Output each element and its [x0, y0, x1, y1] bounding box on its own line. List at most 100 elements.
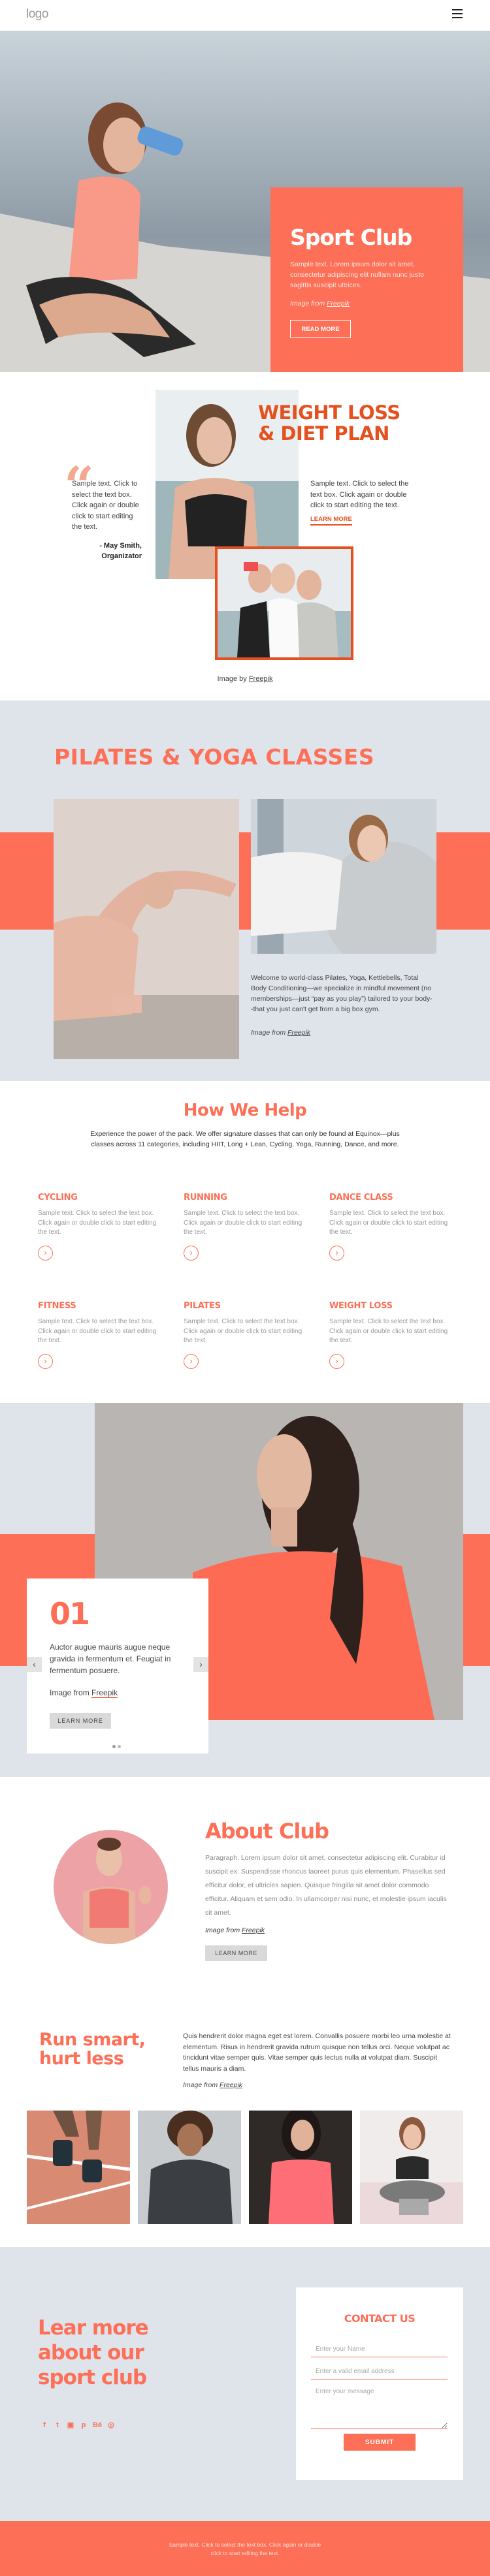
learn-more-link[interactable]: LEARN MORE [310, 516, 352, 526]
hero-credit: Image from Freepik [290, 300, 350, 307]
instagram-icon[interactable]: ▣ [67, 2420, 74, 2430]
hero-text: Sample text. Lorem ipsum dolor sit amet,… [290, 260, 424, 289]
credit-prefix: Image from [183, 2081, 218, 2089]
author-role: Organizator [101, 552, 142, 560]
learn-more-button[interactable]: LEARN MORE [50, 1713, 111, 1729]
woman-laptop-photo [360, 2111, 463, 2224]
slide-number: 01 [50, 1596, 90, 1631]
author-name: - May Smith, [99, 542, 142, 550]
service-title: RUNNING [184, 1193, 227, 1202]
yoga-stretch-photo [54, 799, 239, 1059]
contact-form: CONTACT US SUBMIT [296, 2287, 463, 2480]
image-credit: Image from Freepik [251, 1029, 310, 1037]
run-smart-title: Run smart, hurt less [39, 2030, 146, 2068]
headline-line: about our [38, 2341, 144, 2364]
service-text: Sample text. Click to select the text bo… [184, 1210, 302, 1236]
contact-form-title: CONTACT US [344, 2312, 416, 2325]
message-textarea[interactable] [311, 2385, 448, 2429]
service-text: Sample text. Click to select the text bo… [329, 1318, 448, 1344]
credit-prefix: Image from [290, 300, 325, 307]
chevron-right-circle-icon[interactable]: › [38, 1353, 53, 1369]
email-input[interactable] [311, 2364, 448, 2380]
hamburger-menu-icon[interactable] [452, 9, 463, 18]
footer: Sample text. Click to select the text bo… [0, 2521, 490, 2576]
title-line: hurt less [39, 2049, 124, 2069]
service-text: Sample text. Click to select the text bo… [38, 1318, 157, 1344]
pilates-title: PILATES & YOGA CLASSES [54, 744, 375, 770]
pinterest-icon[interactable]: p [80, 2420, 88, 2430]
service-title: FITNESS [38, 1301, 76, 1311]
caption-prefix: Image by [217, 675, 247, 683]
slider-dots [112, 1740, 123, 1751]
hero-title: Sport Club [290, 225, 412, 250]
service-title: DANCE CLASS [329, 1193, 393, 1202]
about-title: About Club [205, 1819, 329, 1844]
testimonial-text: Sample text. Click to select the text bo… [72, 480, 139, 531]
service-text: Sample text. Click to select the text bo… [38, 1210, 157, 1236]
image-caption: Image by Freepik [0, 675, 490, 683]
twitter-icon[interactable]: t [54, 2420, 61, 2430]
hero-card: Sport Club Sample text. Lorem ipsum dolo… [270, 187, 463, 372]
testimonial-author: - May Smith, Organizator [72, 541, 142, 561]
service-item-running: RUNNING Sample text. Click to select the… [184, 1193, 304, 1261]
chevron-right-circle-icon[interactable]: › [38, 1245, 53, 1261]
chevron-right-circle-icon[interactable]: › [184, 1353, 199, 1369]
how-we-help-intro: Experience the power of the pack. We off… [90, 1130, 400, 1148]
facebook-icon[interactable]: f [41, 2420, 48, 2430]
how-we-help-title: How We Help [183, 1101, 307, 1120]
freepik-link[interactable]: Freepik [249, 675, 273, 683]
running-track-photo [27, 2111, 130, 2224]
service-text: Sample text. Click to select the text bo… [184, 1318, 302, 1344]
slide-text: Auctor augue mauris augue neque gravida … [50, 1642, 171, 1675]
footer-text: Sample text. Click to select the text bo… [169, 2541, 321, 2556]
service-text: Sample text. Click to select the text bo… [329, 1210, 448, 1236]
chevron-left-icon[interactable]: ‹ [27, 1657, 42, 1672]
contact-headline: Lear more about our sport club [38, 2316, 149, 2390]
credit-prefix: Image from [251, 1029, 286, 1037]
service-title: CYCLING [38, 1193, 78, 1202]
title-line: WEIGHT LOSS [258, 401, 400, 424]
dribbble-icon[interactable]: ◎ [107, 2420, 115, 2430]
chevron-right-circle-icon[interactable]: › [329, 1353, 344, 1369]
service-item-pilates: PILATES Sample text. Click to select the… [184, 1301, 304, 1369]
image-credit: Image from Freepik [50, 1688, 118, 1698]
title-line: & DIET PLAN [258, 422, 389, 445]
run-smart-text: Quis hendrerit dolor magna eget est lore… [183, 2032, 451, 2073]
submit-button[interactable]: SUBMIT [344, 2434, 416, 2451]
chevron-right-icon[interactable]: › [193, 1657, 208, 1672]
weight-loss-title: WEIGHT LOSS & DIET PLAN [258, 402, 400, 444]
group-selfie-photo [215, 546, 353, 660]
service-title: PILATES [184, 1301, 221, 1311]
weight-loss-text: Sample text. Click to select the text bo… [310, 480, 409, 509]
about-photo [54, 1830, 168, 1944]
slider-dot[interactable] [112, 1745, 116, 1748]
service-title: WEIGHT LOSS [329, 1301, 393, 1311]
service-item-fitness: FITNESS Sample text. Click to select the… [38, 1301, 159, 1369]
slide-card: 01 Auctor augue mauris augue neque gravi… [27, 1579, 208, 1753]
learn-more-button[interactable]: LEARN MORE [205, 1945, 267, 1961]
freepik-link[interactable]: Freepik [242, 1926, 265, 1934]
freepik-link[interactable]: Freepik [287, 1029, 310, 1037]
service-item-weight-loss: WEIGHT LOSS Sample text. Click to select… [329, 1301, 450, 1369]
site-header: logo [0, 0, 490, 31]
pilates-text: Welcome to world-class Pilates, Yoga, Ke… [251, 974, 433, 1013]
chevron-right-circle-icon[interactable]: › [184, 1245, 199, 1261]
freepik-link[interactable]: Freepik [327, 300, 350, 307]
image-credit: Image from Freepik [205, 1926, 265, 1934]
image-credit: Image from Freepik [183, 2081, 242, 2089]
hoodie-woman-photo [138, 2111, 241, 2224]
service-item-cycling: CYCLING Sample text. Click to select the… [38, 1193, 159, 1261]
freepik-link[interactable]: Freepik [220, 2081, 242, 2089]
behance-icon[interactable]: Bé [93, 2420, 102, 2430]
service-item-dance-class: DANCE CLASS Sample text. Click to select… [329, 1193, 450, 1261]
freepik-link[interactable]: Freepik [91, 1688, 118, 1698]
name-input[interactable] [311, 2342, 448, 2357]
logo[interactable]: logo [26, 7, 48, 22]
credit-prefix: Image from [205, 1926, 240, 1934]
woman-resting-photo [249, 2111, 352, 2224]
read-more-button[interactable]: READ MORE [290, 320, 351, 338]
slider-dot[interactable] [118, 1745, 121, 1748]
chevron-right-circle-icon[interactable]: › [329, 1245, 344, 1261]
about-text: Paragraph. Lorem ipsum dolor sit amet, c… [205, 1854, 447, 1917]
title-line: Run smart, [39, 2030, 146, 2050]
